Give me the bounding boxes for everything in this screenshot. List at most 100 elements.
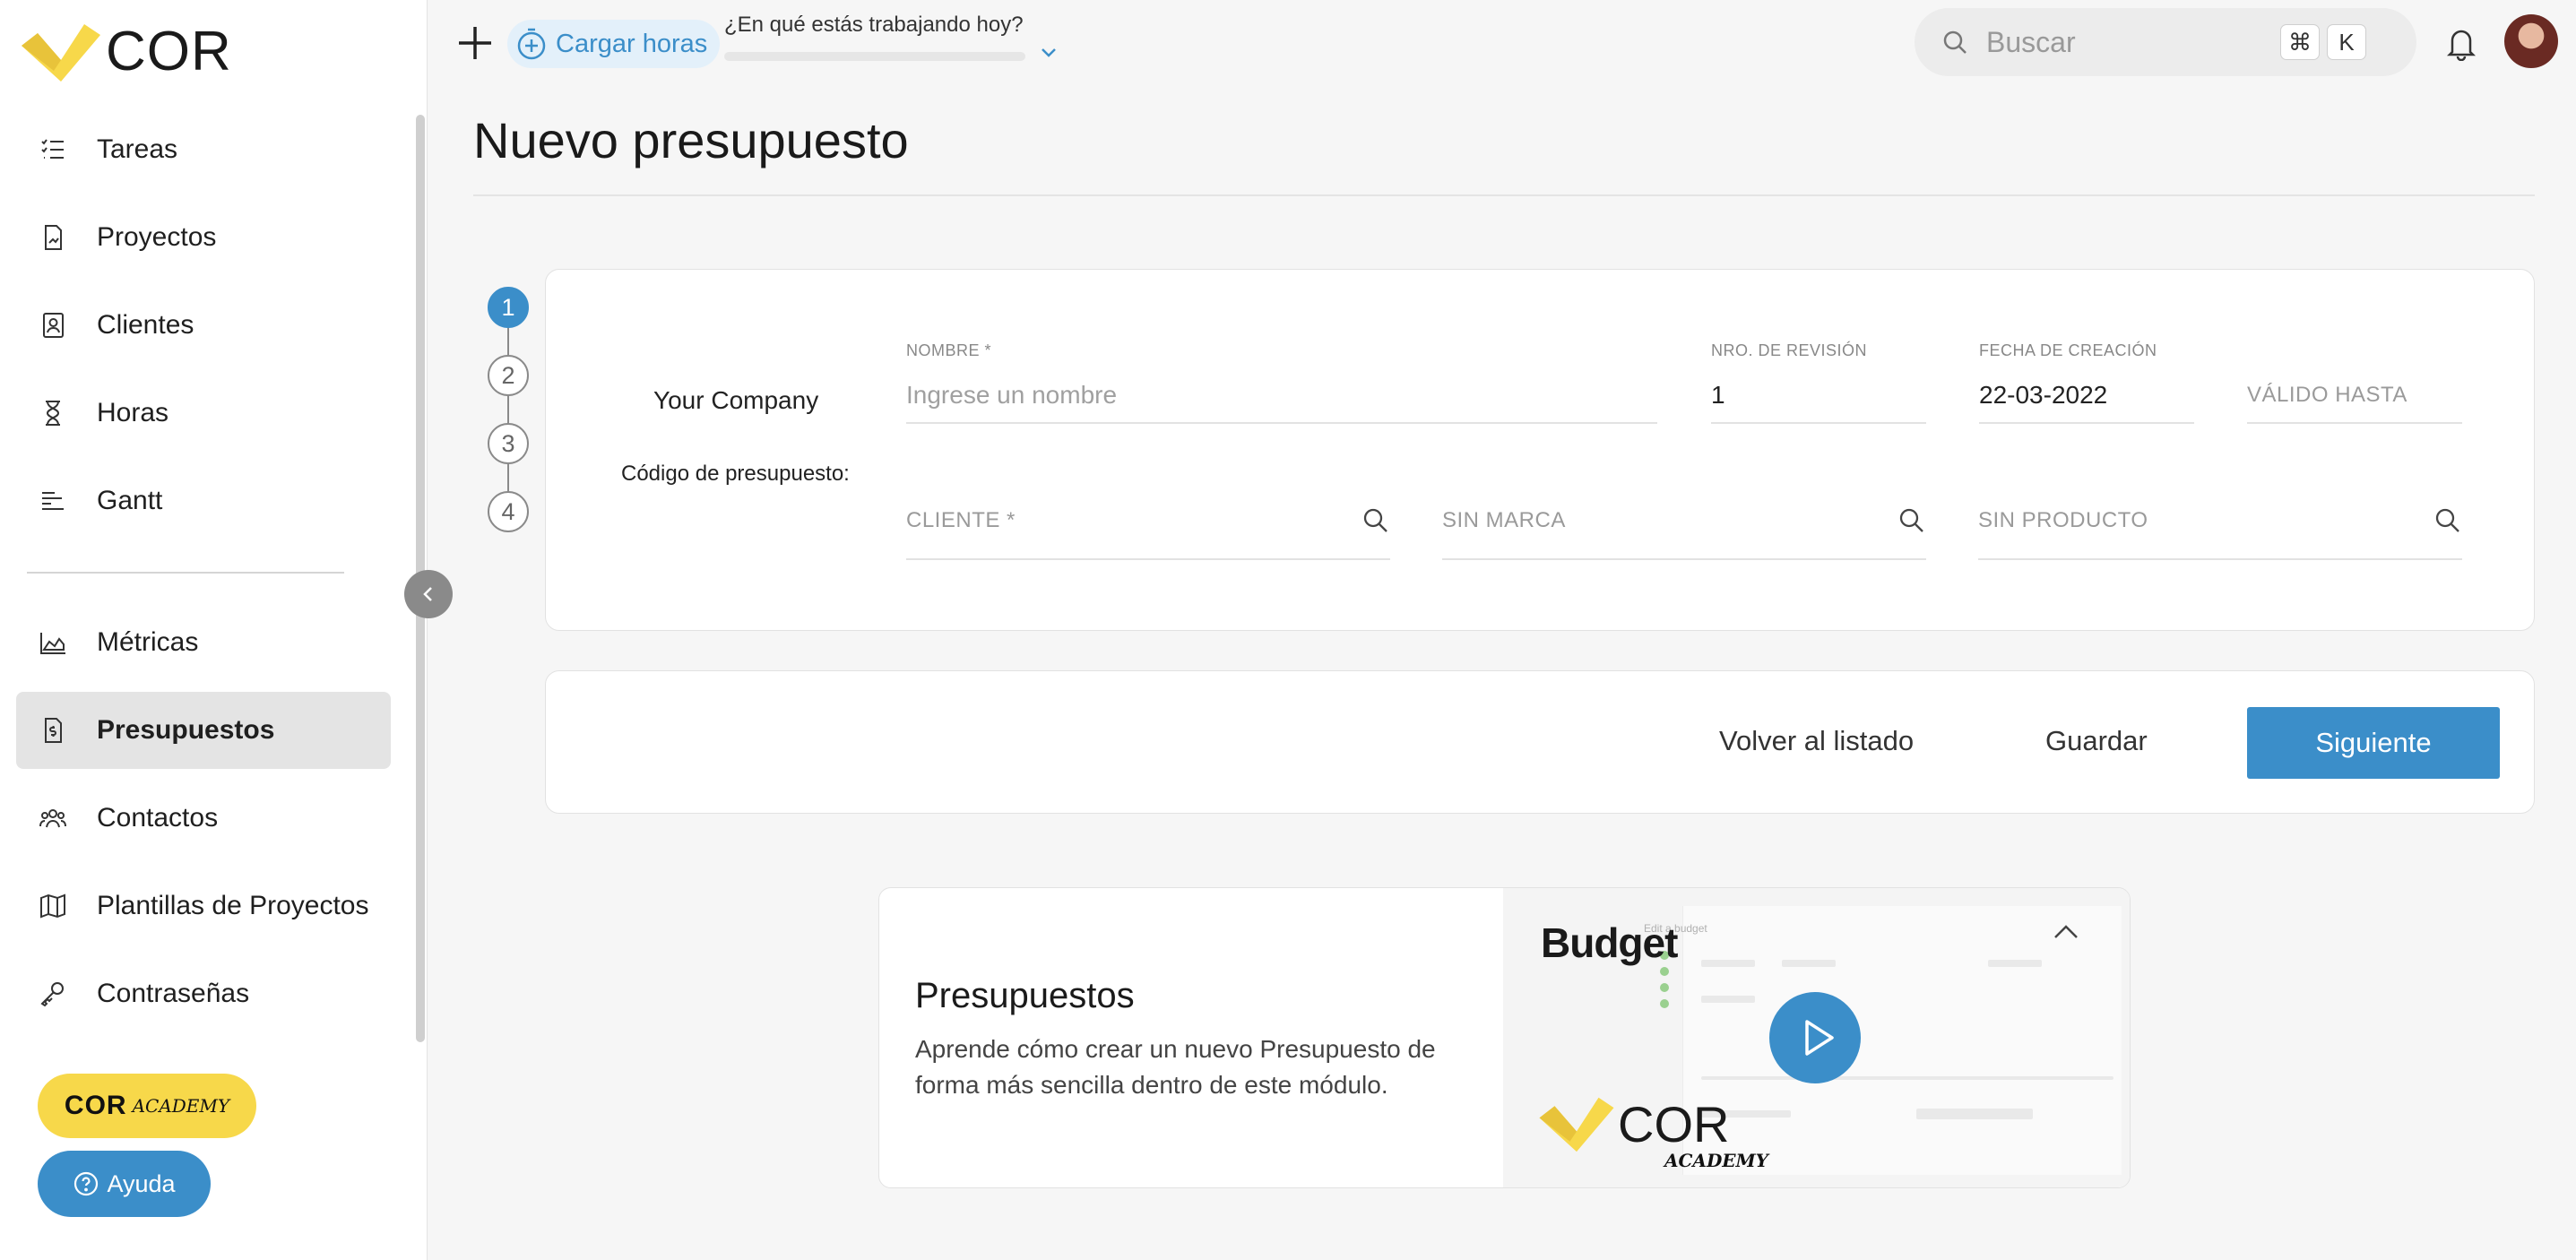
preview-step-dot: [1660, 983, 1669, 992]
sidebar-item-label: Clientes: [97, 310, 194, 340]
cor-logo[interactable]: COR: [22, 20, 232, 83]
step-4[interactable]: 4: [488, 491, 529, 532]
save-button[interactable]: Guardar: [2045, 725, 2148, 757]
producto-input[interactable]: SIN PRODUCTO: [1978, 508, 2148, 533]
title-divider: [473, 194, 2535, 196]
area-chart-icon: [38, 627, 68, 658]
step-2[interactable]: 2: [488, 355, 529, 396]
actions-card: Volver al listado Guardar Siguiente: [545, 670, 2535, 814]
next-button[interactable]: Siguiente: [2247, 707, 2500, 779]
page-title: Nuevo presupuesto: [473, 112, 909, 168]
sidebar-item-presupuestos[interactable]: Presupuestos: [16, 692, 391, 769]
key-icon: [38, 979, 68, 1009]
search-icon[interactable]: [1897, 506, 1926, 535]
fecha-creacion-field[interactable]: FECHA DE CREACIÓN 22-03-2022: [1979, 341, 2194, 424]
sidebar-item-label: Contactos: [97, 803, 219, 833]
revision-input[interactable]: 1: [1711, 381, 1725, 410]
cliente-input[interactable]: CLIENTE *: [906, 508, 1016, 533]
valido-hasta-input[interactable]: VÁLIDO HASTA: [2247, 383, 2407, 408]
main-nav: Tareas Proyectos Clientes Horas Gantt Mé…: [16, 111, 391, 1043]
search-bar[interactable]: ⌘ K: [1915, 8, 2416, 76]
marca-input[interactable]: SIN MARCA: [1442, 508, 1566, 533]
collapse-promo-button[interactable]: [2044, 910, 2088, 954]
sidebar-item-label: Tareas: [97, 134, 178, 164]
sidebar: COR Tareas Proyectos Clientes Horas Gant…: [0, 0, 428, 1260]
sidebar-item-horas[interactable]: Horas: [16, 375, 391, 452]
video-cor-academy-logo: COR ACADEMY: [1539, 1094, 1768, 1171]
working-on-dropdown[interactable]: [1040, 47, 1058, 64]
add-button[interactable]: [455, 23, 495, 63]
tasks-list-icon: [38, 134, 68, 165]
video-budget-word: Budget: [1541, 919, 1678, 966]
cliente-field[interactable]: CLIENTE *: [906, 494, 1390, 560]
promo-title: Presupuestos: [915, 976, 1135, 1015]
producto-field[interactable]: SIN PRODUCTO: [1978, 494, 2462, 560]
plus-icon: [459, 27, 491, 59]
sidebar-item-gantt[interactable]: Gantt: [16, 462, 391, 539]
nombre-label: NOMBRE *: [906, 341, 992, 359]
shortcut-cmd-key: ⌘: [2280, 24, 2320, 60]
help-button[interactable]: Ayuda: [38, 1151, 211, 1217]
step-1[interactable]: 1: [488, 287, 529, 328]
sidebar-item-contactos[interactable]: Contactos: [16, 780, 391, 857]
chevron-down-icon: [1042, 48, 1056, 57]
sidebar-item-label: Horas: [97, 398, 169, 427]
marca-field[interactable]: SIN MARCA: [1442, 494, 1926, 560]
revision-label: NRO. DE REVISIÓN: [1711, 341, 1868, 359]
collapse-sidebar-button[interactable]: [404, 570, 453, 618]
fecha-creacion-input[interactable]: 22-03-2022: [1979, 381, 2107, 410]
map-icon: [38, 891, 68, 921]
working-on-field[interactable]: ¿En qué estás trabajando hoy?: [724, 13, 1025, 61]
search-input[interactable]: [1986, 25, 2273, 59]
sidebar-item-metricas[interactable]: Métricas: [16, 604, 391, 681]
notifications-button[interactable]: [2445, 25, 2477, 65]
sidebar-item-contrasenas[interactable]: Contraseñas: [16, 955, 391, 1032]
timer-plus-icon: [517, 28, 546, 60]
sidebar-item-label: Plantillas de Proyectos: [97, 891, 369, 920]
preview-placeholder: [1701, 996, 1755, 1003]
nombre-input[interactable]: Ingrese un nombre: [906, 381, 1117, 410]
company-name: Your Company: [653, 386, 819, 414]
video-logo-text: COR: [1618, 1095, 1730, 1152]
search-icon[interactable]: [1361, 506, 1390, 535]
search-icon[interactable]: [2433, 506, 2462, 535]
cargar-horas-button[interactable]: Cargar horas: [507, 20, 721, 68]
topbar: Cargar horas ¿En qué estás trabajando ho…: [428, 0, 2576, 86]
sidebar-item-proyectos[interactable]: Proyectos: [16, 199, 391, 276]
sidebar-item-label: Proyectos: [97, 222, 217, 252]
promo-description: Aprende cómo crear un nuevo Presupuesto …: [915, 1035, 1436, 1099]
logo-text: COR: [106, 21, 232, 82]
preview-step-dot: [1660, 967, 1669, 976]
help-circle-icon: [74, 1171, 99, 1196]
back-to-list-button[interactable]: Volver al listado: [1719, 725, 1914, 757]
cor-logo-mark-icon: [1539, 1097, 1614, 1152]
sidebar-item-clientes[interactable]: Clientes: [16, 287, 391, 364]
preview-placeholder: [1701, 1076, 2114, 1080]
academy-cor-label: COR: [64, 1091, 127, 1120]
promo-video-thumbnail[interactable]: Edit a budget Budget COR ACADEMY: [1503, 888, 2130, 1187]
cargar-horas-label: Cargar horas: [556, 29, 708, 58]
revision-field[interactable]: NRO. DE REVISIÓN 1: [1711, 341, 1926, 424]
preview-placeholder: [1988, 960, 2042, 967]
step-3[interactable]: 3: [488, 423, 529, 464]
sidebar-item-plantillas[interactable]: Plantillas de Proyectos: [16, 867, 391, 945]
preview-placeholder: [1782, 960, 1836, 967]
user-avatar[interactable]: [2504, 14, 2558, 68]
sidebar-item-tareas[interactable]: Tareas: [16, 111, 391, 188]
help-label: Ayuda: [107, 1169, 176, 1197]
contacts-icon: [38, 803, 68, 833]
academy-sub-label: ACADEMY: [132, 1095, 230, 1117]
budget-form-card: Your Company Código de presupuesto: NOMB…: [545, 269, 2535, 631]
gantt-icon: [38, 486, 68, 516]
sidebar-item-label: Métricas: [97, 627, 199, 657]
play-video-button[interactable]: [1769, 992, 1861, 1083]
chevron-left-icon: [423, 587, 432, 601]
nombre-field[interactable]: NOMBRE * Ingrese un nombre: [906, 341, 1657, 424]
working-on-label: ¿En qué estás trabajando hoy?: [724, 13, 1024, 37]
video-logo-sub: ACADEMY: [1664, 1150, 1768, 1171]
hourglass-icon: [38, 398, 68, 428]
valido-hasta-field[interactable]: VÁLIDO HASTA: [2247, 341, 2462, 424]
cor-academy-button[interactable]: COR ACADEMY: [38, 1074, 256, 1138]
preview-placeholder: [1916, 1109, 2033, 1119]
search-icon: [1943, 30, 1967, 54]
